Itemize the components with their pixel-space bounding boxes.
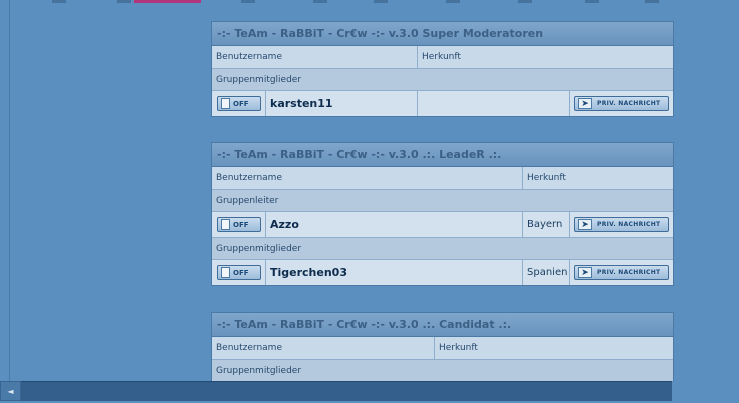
arrow-icon: ➤ <box>578 219 592 230</box>
online-status-button[interactable]: OFF <box>217 265 261 280</box>
member-origin: Spanien <box>522 260 569 285</box>
member-name[interactable]: karsten11 <box>265 91 417 116</box>
pm-label: PRIV. NACHRICHT <box>597 100 661 107</box>
member-name[interactable]: Tigerchen03 <box>265 260 522 285</box>
col-username-header: Benutzername <box>212 337 434 359</box>
online-status-button[interactable]: OFF <box>217 217 261 232</box>
section-row: Gruppenmitglieder <box>212 69 673 91</box>
member-origin: Bayern <box>522 212 569 237</box>
profile-icon <box>221 98 230 109</box>
status-label: OFF <box>233 220 249 229</box>
top-tab[interactable] <box>117 0 131 3</box>
private-message-button[interactable]: ➤ PRIV. NACHRICHT <box>574 96 669 111</box>
section-label: Gruppenmitglieder <box>212 360 673 381</box>
col-origin-header: Herkunft <box>522 167 673 189</box>
status-label: OFF <box>233 99 249 108</box>
scrollbar-remainder <box>672 381 739 401</box>
pm-label: PRIV. NACHRICHT <box>597 221 661 228</box>
section-label: Gruppenmitglieder <box>212 69 673 90</box>
status-cell: OFF <box>212 212 265 237</box>
group-title: -:- TeAm - RaBBiT - Cr€w -:- v.3.0 .:. L… <box>212 143 673 167</box>
top-tab[interactable] <box>313 0 327 3</box>
private-message-button[interactable]: ➤ PRIV. NACHRICHT <box>574 217 669 232</box>
pm-label: PRIV. NACHRICHT <box>597 269 661 276</box>
col-username-header: Benutzername <box>212 167 522 189</box>
profile-icon <box>221 267 230 278</box>
top-tab[interactable] <box>241 0 255 3</box>
section-row: Gruppenleiter <box>212 190 673 212</box>
top-tab[interactable] <box>585 0 599 3</box>
status-cell: OFF <box>212 91 265 116</box>
top-tab[interactable] <box>446 0 460 3</box>
private-message-button[interactable]: ➤ PRIV. NACHRICHT <box>574 265 669 280</box>
member-row: OFF Azzo Bayern ➤ PRIV. NACHRICHT <box>212 212 673 238</box>
col-username-header: Benutzername <box>212 46 417 68</box>
member-row: OFF Tigerchen03 Spanien ➤ PRIV. NACHRICH… <box>212 260 673 285</box>
usergroup-leader: -:- TeAm - RaBBiT - Cr€w -:- v.3.0 .:. L… <box>211 142 674 286</box>
member-origin <box>417 91 569 116</box>
top-tab-active[interactable] <box>134 0 201 3</box>
column-header-row: Benutzername Herkunft <box>212 46 673 69</box>
section-label: Gruppenleiter <box>212 190 673 211</box>
pm-cell: ➤ PRIV. NACHRICHT <box>569 212 673 237</box>
scrollbar-track[interactable] <box>21 381 672 401</box>
member-name[interactable]: Azzo <box>265 212 522 237</box>
col-origin-header: Herkunft <box>417 46 673 68</box>
top-tab[interactable] <box>645 0 659 3</box>
arrow-icon: ➤ <box>578 98 592 109</box>
pm-cell: ➤ PRIV. NACHRICHT <box>569 91 673 116</box>
section-row: Gruppenmitglieder <box>212 238 673 260</box>
arrow-icon: ➤ <box>578 267 592 278</box>
top-tab[interactable] <box>518 0 532 3</box>
status-cell: OFF <box>212 260 265 285</box>
section-row: Gruppenmitglieder <box>212 360 673 381</box>
horizontal-scrollbar[interactable]: ◄ <box>0 381 739 403</box>
top-tab-strip <box>0 0 739 3</box>
top-tab[interactable] <box>52 0 66 3</box>
profile-icon <box>221 219 230 230</box>
group-title: -:- TeAm - RaBBiT - Cr€w -:- v.3.0 .:. C… <box>212 313 673 337</box>
section-label: Gruppenmitglieder <box>212 238 673 259</box>
top-tab[interactable] <box>374 0 388 3</box>
col-origin-header: Herkunft <box>434 337 673 359</box>
group-title: -:- TeAm - RaBBiT - Cr€w -:- v.3.0 Super… <box>212 22 673 46</box>
usergroup-candidat: -:- TeAm - RaBBiT - Cr€w -:- v.3.0 .:. C… <box>211 312 674 381</box>
scroll-left-arrow-icon[interactable]: ◄ <box>0 381 21 401</box>
status-label: OFF <box>233 268 249 277</box>
column-header-row: Benutzername Herkunft <box>212 167 673 190</box>
column-header-row: Benutzername Herkunft <box>212 337 673 360</box>
usergroup-super-moderatoren: -:- TeAm - RaBBiT - Cr€w -:- v.3.0 Super… <box>211 21 674 117</box>
left-frame-border <box>9 0 10 381</box>
member-row: OFF karsten11 ➤ PRIV. NACHRICHT <box>212 91 673 116</box>
online-status-button[interactable]: OFF <box>217 96 261 111</box>
pm-cell: ➤ PRIV. NACHRICHT <box>569 260 673 285</box>
